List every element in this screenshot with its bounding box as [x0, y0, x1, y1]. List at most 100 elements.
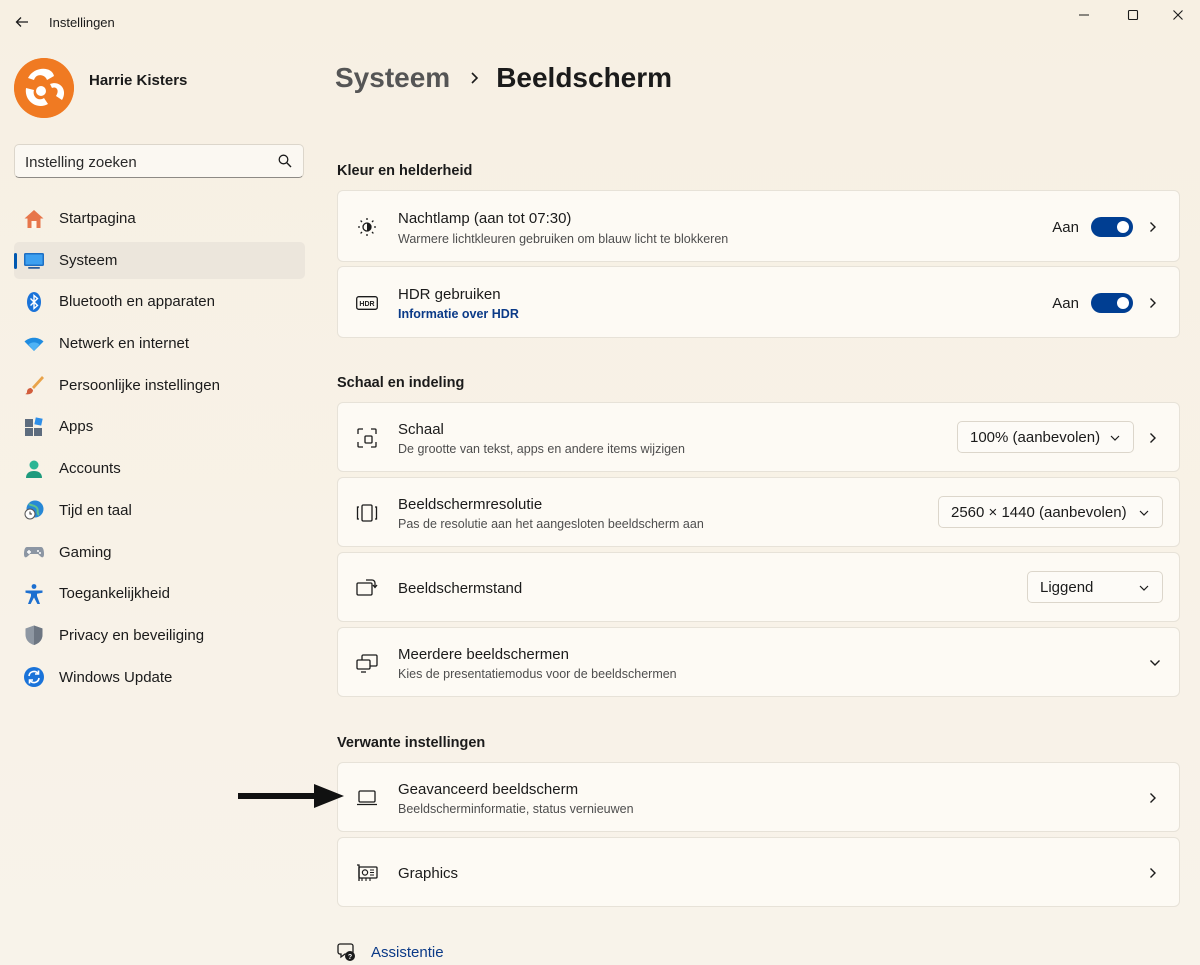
gamepad-icon [23, 541, 45, 563]
advanced-display-title: Geavanceerd beeldscherm [398, 781, 579, 798]
shield-icon [23, 624, 45, 646]
minimize-button[interactable] [1062, 4, 1106, 26]
nightlight-state: Aan [1052, 219, 1079, 236]
section-title-related: Verwante instellingen [337, 735, 486, 751]
multi-display-subtitle: Kies de presentatiemodus voor de beeldsc… [398, 667, 677, 681]
resolution-dropdown[interactable]: 2560 × 1440 (aanbevolen) [938, 496, 1163, 528]
nightlight-toggle[interactable] [1091, 217, 1133, 237]
user-profile[interactable]: Harrie Kisters [14, 58, 304, 118]
svg-text:HDR: HDR [359, 301, 374, 308]
help-label: Assistentie [371, 943, 444, 961]
apps-icon [23, 416, 45, 438]
chevron-right-icon[interactable] [1147, 867, 1159, 879]
orientation-icon [356, 577, 378, 599]
nightlight-subtitle: Warmere lichtkleuren gebruiken om blauw … [398, 232, 729, 246]
title-bar: Instellingen [0, 0, 1200, 44]
sidebar-item-windows-update[interactable]: Windows Update [14, 659, 305, 696]
sidebar-item-label: Netwerk en internet [59, 335, 190, 353]
sidebar-item-tijd[interactable]: Tijd en taal [14, 492, 305, 529]
sidebar-item-label: Windows Update [59, 668, 173, 686]
svg-text:?: ? [348, 954, 352, 961]
resolution-icon [356, 502, 378, 524]
breadcrumb-parent[interactable]: Systeem [335, 62, 450, 94]
graphics-card-icon [356, 862, 378, 884]
resolution-title: Beeldschermresolutie [398, 496, 543, 513]
sidebar-item-systeem[interactable]: Systeem [14, 241, 305, 279]
time-language-icon [23, 499, 45, 521]
hdr-state: Aan [1052, 295, 1079, 312]
wifi-icon [23, 333, 45, 355]
chevron-down-icon [1139, 510, 1149, 516]
maximize-button[interactable] [1111, 4, 1155, 26]
sidebar-item-privacy[interactable]: Privacy en beveiliging [14, 617, 305, 654]
chevron-right-icon[interactable] [1147, 221, 1159, 233]
multi-display-row[interactable]: Meerdere beeldschermen Kies de presentat… [337, 627, 1180, 697]
graphics-row[interactable]: Graphics [337, 837, 1180, 907]
sidebar-item-gaming[interactable]: Gaming [14, 534, 305, 571]
nightlight-row[interactable]: Nachtlamp (aan tot 07:30) Warmere lichtk… [337, 190, 1180, 262]
app-title: Instellingen [49, 15, 115, 30]
laptop-icon [356, 787, 378, 809]
chevron-right-icon[interactable] [1147, 297, 1159, 309]
breadcrumb: Systeem Beeldscherm [335, 58, 672, 98]
advanced-display-row[interactable]: Geavanceerd beeldscherm Beeldscherminfor… [337, 762, 1180, 832]
advanced-display-subtitle: Beeldscherminformatie, status vernieuwen [398, 802, 634, 816]
orientation-title: Beeldschermstand [398, 580, 523, 597]
multi-display-icon [356, 652, 378, 674]
sidebar-item-label: Toegankelijkheid [59, 585, 170, 603]
sidebar-item-label: Apps [59, 418, 94, 436]
sidebar-item-label: Gaming [59, 543, 112, 561]
avatar [14, 58, 74, 118]
chevron-right-icon[interactable] [1147, 792, 1159, 804]
hdr-info-link[interactable]: Informatie over HDR [398, 307, 519, 321]
user-name: Harrie Kisters [89, 72, 188, 89]
hdr-title: HDR gebruiken [398, 286, 501, 303]
sidebar-item-label: Privacy en beveiliging [59, 626, 205, 644]
maximize-icon [1127, 9, 1139, 21]
accessibility-icon [23, 583, 45, 605]
hdr-toggle[interactable] [1091, 293, 1133, 313]
scale-title: Schaal [398, 421, 444, 438]
hdr-row[interactable]: HDR HDR gebruiken Informatie over HDR Aa… [337, 266, 1180, 338]
sidebar-item-apps[interactable]: Apps [14, 408, 305, 445]
sidebar-item-label: Tijd en taal [59, 501, 132, 519]
chevron-down-icon[interactable] [1149, 657, 1161, 669]
search-box[interactable] [14, 144, 304, 178]
sidebar-item-persoonlijk[interactable]: Persoonlijke instellingen [14, 367, 305, 404]
chevron-down-icon [1139, 585, 1149, 591]
resolution-subtitle: Pas de resolutie aan het aangesloten bee… [398, 517, 704, 531]
home-icon [23, 208, 45, 230]
scale-row[interactable]: Schaal De grootte van tekst, apps en and… [337, 402, 1180, 472]
sidebar-item-label: Persoonlijke instellingen [59, 376, 220, 394]
section-title-color: Kleur en helderheid [337, 163, 473, 179]
close-button[interactable] [1156, 4, 1200, 26]
brightness-icon [356, 216, 378, 238]
search-input[interactable] [25, 151, 275, 173]
avatar-logo-icon [14, 58, 74, 118]
orientation-row[interactable]: Beeldschermstand Liggend [337, 552, 1180, 622]
search-icon[interactable] [277, 153, 293, 169]
minimize-icon [1079, 14, 1089, 16]
nightlight-title: Nachtlamp (aan tot 07:30) [398, 210, 572, 227]
sidebar-item-toegankelijkheid[interactable]: Toegankelijkheid [14, 575, 305, 612]
scale-icon [356, 427, 378, 449]
back-arrow-icon [15, 17, 28, 27]
chevron-right-icon[interactable] [1147, 432, 1159, 444]
orientation-dropdown[interactable]: Liggend [1027, 571, 1163, 603]
sidebar-item-accounts[interactable]: Accounts [14, 450, 305, 487]
sidebar-item-label: Systeem [59, 251, 118, 269]
section-title-scale: Schaal en indeling [337, 375, 465, 391]
help-link[interactable]: ? Assistentie [337, 940, 444, 964]
bluetooth-icon [23, 291, 45, 313]
sidebar-item-bluetooth[interactable]: Bluetooth en apparaten [14, 283, 305, 320]
multi-display-title: Meerdere beeldschermen [398, 646, 569, 663]
brush-icon [23, 374, 45, 396]
help-chat-icon: ? [337, 943, 355, 961]
resolution-row[interactable]: Beeldschermresolutie Pas de resolutie aa… [337, 477, 1180, 547]
sidebar-item-label: Startpagina [59, 210, 136, 227]
sidebar-item-startpagina[interactable]: Startpagina [14, 200, 305, 237]
sidebar-item-netwerk[interactable]: Netwerk en internet [14, 325, 305, 362]
system-icon [23, 249, 45, 271]
back-button[interactable] [10, 10, 34, 34]
scale-dropdown[interactable]: 100% (aanbevolen) [957, 421, 1134, 453]
